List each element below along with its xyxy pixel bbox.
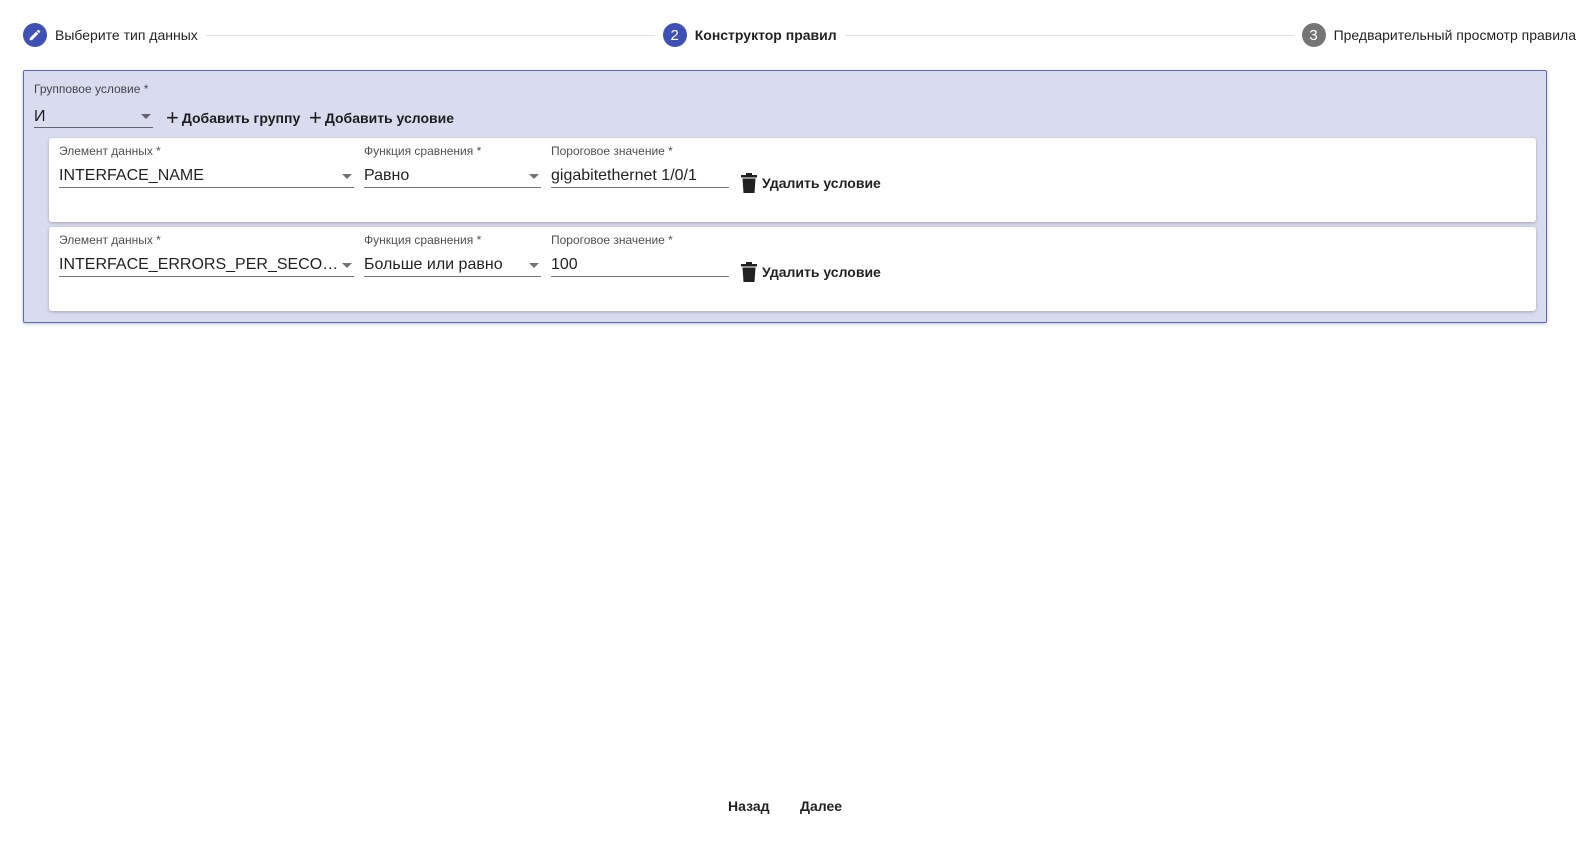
step-1-label: Выберите тип данных bbox=[55, 27, 198, 43]
data-element-select[interactable]: INTERFACE_ERRORS_PER_SECONDS_... bbox=[59, 254, 354, 277]
comparison-function-label: Функция сравнения * bbox=[364, 144, 482, 158]
back-button[interactable]: Назад bbox=[728, 794, 770, 818]
step-2-label: Конструктор правил bbox=[694, 27, 837, 43]
comparison-function-value: Больше или равно bbox=[364, 256, 503, 273]
step-rule-preview[interactable]: 3 Предварительный просмотр правила bbox=[1301, 23, 1577, 47]
chevron-down-icon bbox=[529, 173, 539, 179]
step-rule-builder[interactable]: 2 Конструктор правил bbox=[662, 23, 837, 47]
delete-condition-label: Удалить условие bbox=[762, 264, 881, 280]
plus-icon: + bbox=[166, 105, 179, 130]
chevron-down-icon bbox=[342, 262, 352, 268]
step-connector-1 bbox=[205, 34, 655, 36]
group-condition-select[interactable]: И bbox=[34, 106, 153, 128]
add-condition-button[interactable]: + Добавить условие bbox=[309, 107, 454, 129]
step-1-circle bbox=[23, 23, 47, 47]
add-condition-label: Добавить условие bbox=[324, 110, 455, 126]
stepper: Выберите тип данных 2 Конструктор правил… bbox=[23, 22, 1576, 48]
threshold-label: Пороговое значение * bbox=[551, 233, 673, 247]
add-group-button[interactable]: + Добавить группу bbox=[166, 107, 300, 129]
group-condition-value: И bbox=[34, 107, 46, 125]
trash-icon bbox=[741, 173, 757, 193]
data-element-select[interactable]: INTERFACE_NAME bbox=[59, 165, 354, 188]
trash-icon bbox=[741, 262, 757, 282]
step-connector-2 bbox=[844, 34, 1294, 36]
add-group-label: Добавить группу bbox=[181, 110, 301, 126]
data-element-value: INTERFACE_ERRORS_PER_SECONDS_... bbox=[59, 256, 339, 273]
data-element-value: INTERFACE_NAME bbox=[59, 167, 204, 184]
comparison-function-select[interactable]: Равно bbox=[364, 165, 541, 188]
delete-condition-button[interactable]: Удалить условие bbox=[741, 261, 881, 283]
pencil-icon bbox=[29, 29, 41, 41]
step-2-circle: 2 bbox=[662, 23, 687, 47]
data-element-label: Элемент данных * bbox=[59, 144, 161, 158]
comparison-function-select[interactable]: Больше или равно bbox=[364, 254, 541, 277]
next-button[interactable]: Далее bbox=[800, 794, 842, 818]
threshold-input-wrap bbox=[551, 254, 729, 277]
chevron-down-icon bbox=[529, 262, 539, 268]
chevron-down-icon bbox=[141, 114, 151, 119]
condition-card: Элемент данных * INTERFACE_ERRORS_PER_SE… bbox=[49, 227, 1536, 311]
plus-icon: + bbox=[309, 105, 322, 130]
comparison-function-label: Функция сравнения * bbox=[364, 233, 482, 247]
condition-group-panel: Групповое условие * И + Добавить группу … bbox=[23, 70, 1547, 323]
group-condition-label: Групповое условие * bbox=[34, 82, 149, 96]
condition-card: Элемент данных * INTERFACE_NAME Функция … bbox=[49, 138, 1536, 222]
threshold-label: Пороговое значение * bbox=[551, 144, 673, 158]
step-select-data-type[interactable]: Выберите тип данных bbox=[23, 23, 198, 47]
threshold-input[interactable] bbox=[551, 256, 729, 274]
step-3-label: Предварительный просмотр правила bbox=[1333, 27, 1577, 43]
chevron-down-icon bbox=[342, 173, 352, 179]
delete-condition-button[interactable]: Удалить условие bbox=[741, 172, 881, 194]
comparison-function-value: Равно bbox=[364, 167, 410, 184]
threshold-input-wrap bbox=[551, 165, 729, 188]
step-3-circle: 3 bbox=[1301, 23, 1326, 47]
threshold-input[interactable] bbox=[551, 167, 729, 185]
delete-condition-label: Удалить условие bbox=[762, 175, 881, 191]
data-element-label: Элемент данных * bbox=[59, 233, 161, 247]
